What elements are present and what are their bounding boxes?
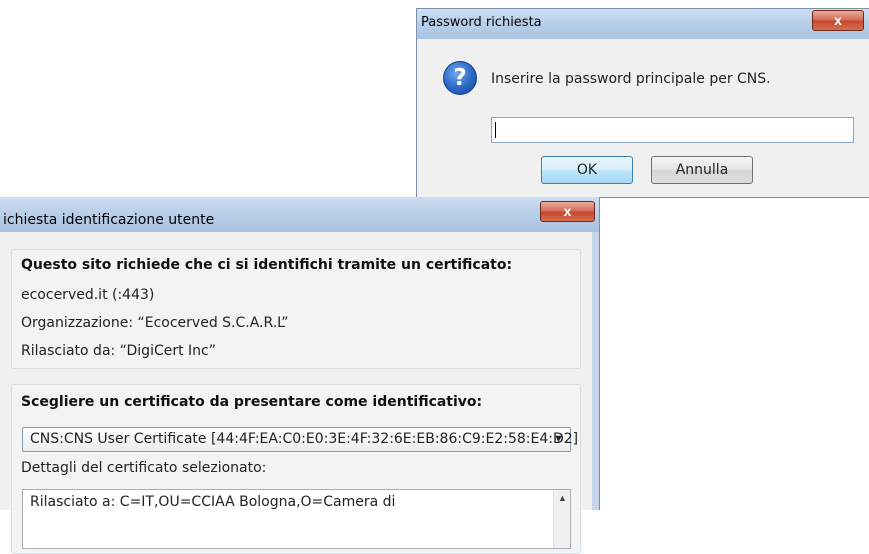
window-border — [592, 232, 599, 510]
question-icon: ? — [443, 61, 477, 95]
certificate-details-text: Rilasciato a: C=IT,OU=CCIAA Bologna,O=Ca… — [30, 494, 396, 510]
site-info-group: Questo sito richiede che ci si identific… — [11, 249, 581, 369]
identification-dialog-body: Questo sito richiede che ci si identific… — [0, 232, 592, 554]
scroll-up-icon[interactable]: ▲ — [558, 493, 567, 503]
password-dialog-body: ? Inserire la password principale per CN… — [425, 39, 869, 191]
details-scrollbar[interactable]: ▲ — [553, 490, 570, 548]
ok-button[interactable]: OK — [541, 156, 633, 184]
password-prompt-message: Inserire la password principale per CNS. — [491, 71, 771, 87]
certificate-details-label: Dettagli del certificato selezionato: — [21, 460, 267, 476]
identification-dialog-titlebar[interactable]: ichiesta identificazione utente x — [0, 197, 599, 232]
identification-dialog-close-button[interactable]: x — [540, 201, 595, 222]
close-icon: x — [834, 12, 842, 28]
certificate-select[interactable]: CNS:CNS User Certificate [44:4F:EA:C0:E0… — [22, 427, 578, 452]
site-info-heading: Questo sito richiede che ci si identific… — [21, 257, 513, 273]
certificate-details-textarea[interactable]: Rilasciato a: C=IT,OU=CCIAA Bologna,O=Ca… — [22, 489, 571, 549]
identification-dialog: ichiesta identificazione utente x Questo… — [0, 197, 600, 554]
identification-dialog-title: ichiesta identificazione utente — [3, 212, 215, 228]
text-caret — [495, 122, 496, 138]
password-dialog-titlebar[interactable]: Password richiesta x — [417, 9, 869, 39]
selected-certificate: CNS:CNS User Certificate [44:4F:EA:C0:E0… — [30, 431, 579, 447]
dropdown-arrow-icon[interactable]: ▼ — [553, 433, 564, 445]
password-dialog-close-button[interactable]: x — [812, 10, 864, 31]
password-dialog-title: Password richiesta — [421, 15, 542, 30]
cancel-button[interactable]: Annulla — [651, 156, 753, 184]
site-organization: Organizzazione: “Ecocerved S.C.A.R.L” — [21, 315, 289, 331]
certificate-heading: Scegliere un certificato da presentare c… — [21, 394, 483, 410]
password-dialog: Password richiesta x ? Inserire la passw… — [416, 8, 869, 198]
close-icon: x — [563, 203, 572, 219]
certificate-group: Scegliere un certificato da presentare c… — [11, 384, 581, 554]
password-input[interactable] — [491, 117, 854, 143]
site-host: ecocerved.it (:443) — [21, 287, 155, 303]
site-issuer: Rilasciato da: “DigiCert Inc” — [21, 343, 216, 359]
